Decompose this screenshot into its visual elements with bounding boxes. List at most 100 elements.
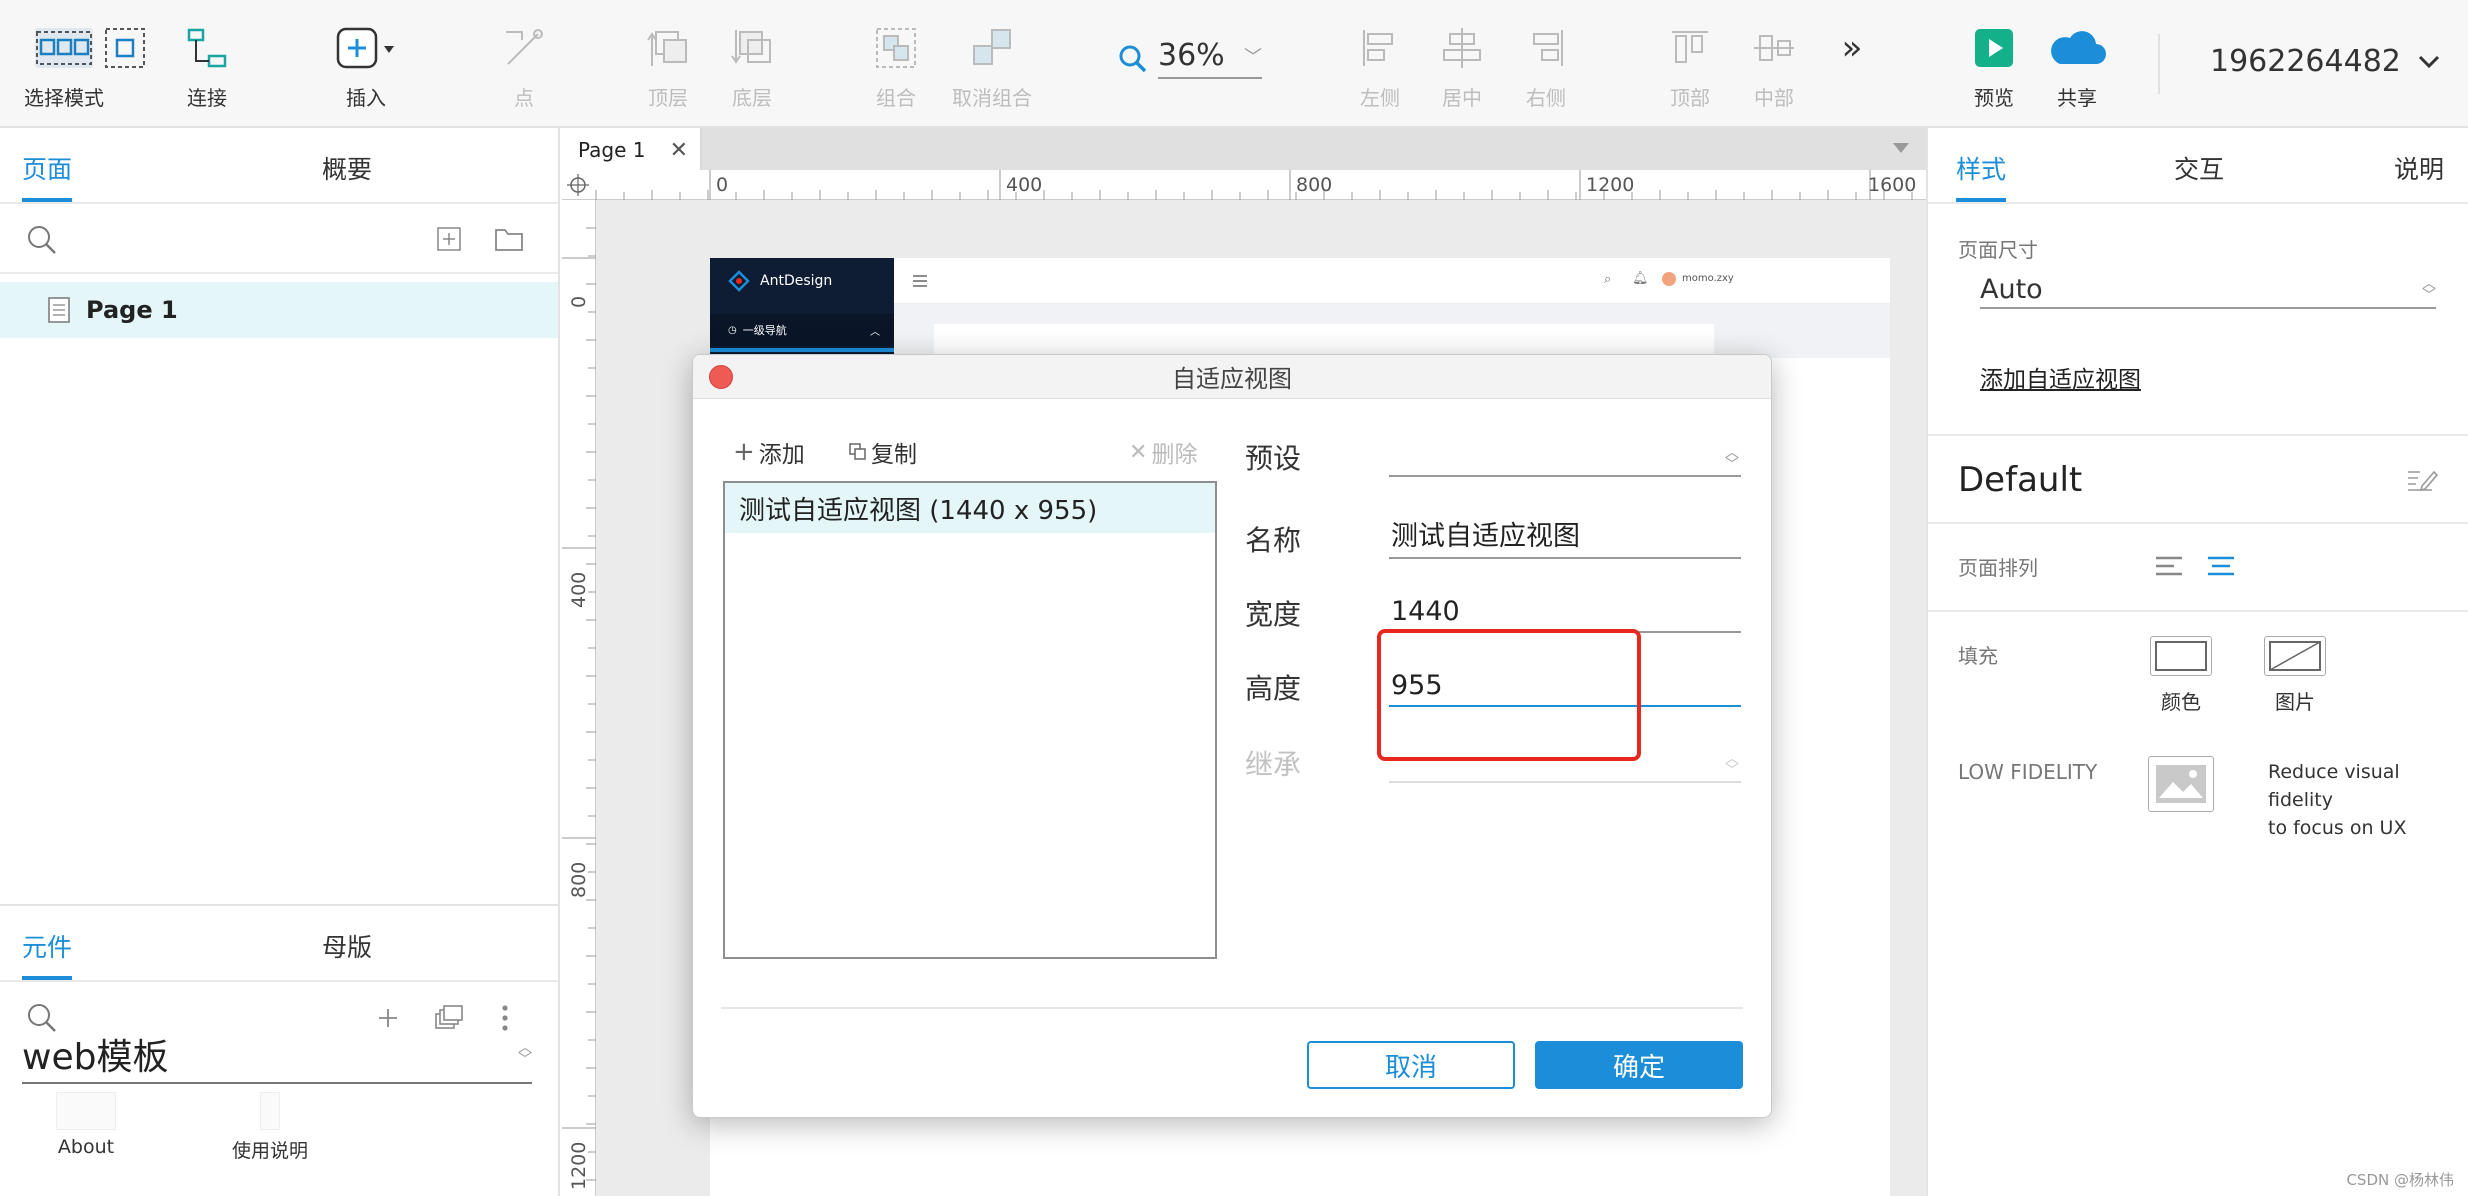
more-tools-button[interactable]: » (1834, 0, 1870, 128)
preview-brand: AntDesign (728, 270, 832, 292)
select-contain-icon (103, 22, 147, 74)
list-item[interactable]: 测试自适应视图 (1440 x 955) (725, 483, 1215, 533)
zoom-control[interactable]: 36% ﹀ (1118, 38, 1262, 79)
align-right-button[interactable]: 右侧 (1518, 0, 1574, 128)
close-window-button[interactable] (709, 365, 733, 389)
align-middle-button[interactable]: 中部 (1746, 0, 1802, 128)
page-tab[interactable]: Page 1 ✕ (562, 128, 702, 172)
plus-icon: + (733, 437, 755, 467)
point-label: 点 (514, 86, 534, 110)
widgets-tabbar: 元件 母版 (0, 906, 558, 982)
low-fidelity-desc-line: to focus on UX (2268, 817, 2407, 839)
width-value: 1440 (1391, 596, 1460, 627)
connect-icon (185, 22, 229, 74)
insert-button[interactable]: 插入 (326, 0, 406, 128)
align-left-button[interactable]: 左侧 (1352, 0, 1408, 128)
page-list-item[interactable]: Page 1 (0, 282, 558, 338)
ungroup-button[interactable]: 取消组合 (950, 0, 1034, 128)
tab-pages[interactable]: 页面 (22, 150, 73, 202)
edit-style-icon[interactable] (2406, 466, 2438, 496)
add-library-icon[interactable] (376, 1006, 400, 1030)
ok-button[interactable]: 确定 (1535, 1041, 1743, 1089)
preview-label: 预览 (1974, 86, 2014, 110)
tab-interaction[interactable]: 交互 (2174, 150, 2224, 186)
tab-style[interactable]: 样式 (1956, 150, 2007, 202)
bring-to-top-button[interactable]: 顶层 (640, 0, 696, 128)
tab-menu-icon[interactable] (1892, 142, 1910, 154)
copy-view-label: 复制 (871, 442, 917, 468)
select-mode-button[interactable]: 选择模式 (14, 0, 114, 128)
share-button[interactable]: 共享 (2044, 0, 2110, 128)
preview-content (894, 304, 1890, 358)
align-top-button[interactable]: 顶部 (1662, 0, 1718, 128)
add-view-button[interactable]: + 添加 (733, 435, 805, 469)
insert-label: 插入 (346, 86, 386, 110)
tab-masters[interactable]: 母版 (322, 928, 372, 964)
low-fidelity-toggle[interactable] (2148, 756, 2214, 812)
widget-thumb-about[interactable]: About (56, 1092, 116, 1158)
page-size-select[interactable]: Auto ︿ ﹀ (1980, 274, 2436, 309)
fill-image-swatch (2264, 636, 2326, 676)
widget-thumb-label: 使用说明 (232, 1140, 309, 1162)
align-middle-icon (1752, 22, 1796, 74)
fill-image-button[interactable]: 图片 (2264, 636, 2326, 715)
connect-label: 连接 (187, 86, 227, 110)
add-page-icon[interactable] (436, 226, 462, 252)
select-mode-icon (33, 22, 95, 74)
user-account-menu[interactable]: 1962264482 (2210, 44, 2441, 79)
spinner-icon: ︿ ﹀ (1725, 751, 1739, 779)
preview-button[interactable]: 预览 (1966, 0, 2022, 128)
tab-outline[interactable]: 概要 (322, 150, 372, 186)
close-icon[interactable]: ✕ (670, 138, 688, 163)
delete-view-label: 删除 (1151, 442, 1198, 468)
dialog-divider (721, 1007, 1743, 1009)
cancel-button[interactable]: 取消 (1307, 1041, 1515, 1089)
bring-to-top-icon (646, 22, 690, 74)
ruler-label: 400 (1006, 174, 1043, 196)
ruler-label: 800 (568, 861, 590, 898)
inherit-label: 继承 (1245, 748, 1302, 781)
connect-button[interactable]: 连接 (172, 0, 242, 128)
preset-label: 预设 (1245, 442, 1302, 475)
ruler-label: 1200 (1586, 174, 1635, 196)
search-icon[interactable] (26, 224, 58, 256)
spinner-icon: ︿ ﹀ (1725, 445, 1739, 473)
widget-thumbnail (260, 1092, 280, 1130)
antdesign-logo-icon (728, 270, 750, 292)
align-center-icon[interactable] (2206, 554, 2236, 578)
bell-icon: 🔔︎ (1632, 271, 1649, 286)
widget-thumb-instructions[interactable]: 使用说明 (232, 1092, 308, 1163)
align-center-button[interactable]: 居中 (1434, 0, 1490, 128)
name-field[interactable]: 测试自适应视图 (1389, 519, 1741, 559)
align-left-icon[interactable] (2154, 554, 2184, 578)
ruler-label: 800 (1296, 174, 1333, 196)
preset-select[interactable]: ︿ ﹀ (1389, 437, 1741, 477)
send-to-bottom-button[interactable]: 底层 (724, 0, 780, 128)
delete-view-button[interactable]: ✕ 删除 (1129, 435, 1197, 469)
point-button[interactable]: 点 (496, 0, 552, 128)
add-adaptive-view-link[interactable]: 添加自适应视图 (1980, 360, 2141, 394)
zoom-select[interactable]: 36% ﹀ (1158, 38, 1262, 79)
low-fidelity-label: LOW FIDELITY (1958, 760, 2098, 784)
ruler-ticks (567, 170, 1913, 200)
preview-card (934, 324, 1714, 358)
select-contain-button[interactable] (100, 0, 150, 128)
fill-label: 填充 (1958, 644, 1998, 668)
add-folder-icon[interactable] (494, 226, 524, 252)
align-left-label: 左侧 (1360, 86, 1400, 110)
image-icon (2156, 765, 2206, 803)
copy-icon (849, 443, 866, 460)
copy-view-button[interactable]: 复制 (849, 435, 917, 469)
adaptive-view-list[interactable]: 测试自适应视图 (1440 x 955) (723, 481, 1217, 959)
group-button[interactable]: 组合 (868, 0, 924, 128)
tab-widgets[interactable]: 元件 (22, 928, 73, 980)
library-select[interactable]: web模板 ︿ ﹀ (22, 1028, 532, 1084)
fill-color-button[interactable]: 颜色 (2150, 636, 2212, 715)
group-icon (874, 22, 918, 74)
ruler-ticks (562, 227, 596, 1181)
tab-notes[interactable]: 说明 (2394, 150, 2444, 186)
double-chevron-right-icon: » (1841, 28, 1863, 68)
preview-sidebar: AntDesign ◷ 一级导航 ︿ (710, 258, 894, 358)
width-field[interactable]: 1440 (1389, 593, 1741, 633)
fill-color-label: 颜色 (2161, 690, 2201, 714)
